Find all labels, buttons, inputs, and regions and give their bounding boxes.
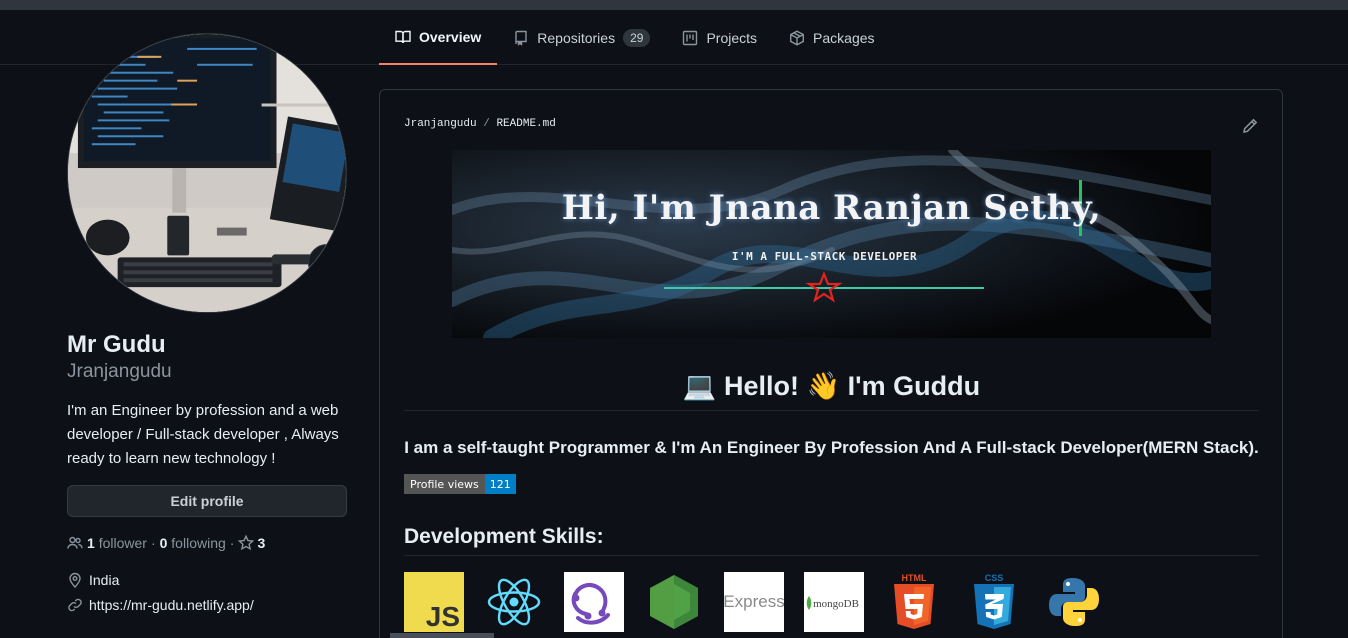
readme-intro: I am a self-taught Programmer & I'm An E… [404,438,1259,457]
edit-readme-button[interactable] [1242,118,1258,134]
readme-path: Jranjangudu / README.md [404,118,556,130]
smoke-background [452,150,1211,338]
profile-login: Jranjangudu [67,361,172,382]
nodejs-icon [644,572,704,632]
link-icon [68,598,82,611]
express-icon-text: Express [724,592,784,611]
badge-value: 121 [484,474,516,494]
banner-subtitle: I'M A FULL-STACK DEVELOPER [731,250,918,263]
tab-projects-label: Projects [706,29,758,46]
readme-heading: 💻 Hello! 👋 I'm Guddu [404,370,1259,411]
profile-views-badge: Profile views 121 [404,474,516,494]
html5-icon: HTML [884,572,944,632]
readme-owner-link[interactable]: Jranjangudu [404,118,477,130]
following-link[interactable]: 0 following [160,535,226,551]
project-icon [683,30,698,45]
profile-bio: I'm an Engineer by profession and a web … [67,402,339,467]
python-icon [1044,572,1104,632]
tab-overview-label: Overview [419,28,482,45]
repositories-count: 29 [623,28,651,47]
profile-details: India https://mr-gudu.netlify.app/ [67,567,347,617]
tab-repositories[interactable]: Repositories 29 [497,10,666,65]
tab-projects[interactable]: Projects [666,10,773,65]
website-row: https://mr-gudu.netlify.app/ [67,592,347,617]
following-label: following [171,535,226,551]
tab-overview[interactable]: Overview [379,10,498,65]
followers-label: follower [98,535,147,551]
stars-link[interactable]: 3 [238,535,265,551]
redux-icon [564,572,624,632]
location-row: India [67,567,347,592]
laptop-icon: 💻 [318,255,336,270]
status-emoji-button[interactable]: 💻 [308,244,346,282]
mongodb-icon: mongoDB [804,572,864,632]
skills-heading: Development Skills: [404,525,1259,556]
avatar-photo [68,34,346,312]
edit-profile-button[interactable]: Edit profile [67,485,347,517]
package-icon [790,29,805,46]
tab-packages[interactable]: Packages [773,10,890,65]
website-link[interactable]: https://mr-gudu.netlify.app/ [89,597,254,613]
separator-dot: · [229,535,235,551]
readme-banner: Hi, I'm Jnana Ranjan Sethy, I'M A FULL-S… [452,150,1211,338]
tab-packages-label: Packages [813,29,875,46]
follow-stats: 1 follower · 0 following · 3 [67,535,347,551]
profile-name: Mr Gudu [67,331,166,358]
followers-link[interactable]: 1 follower [87,535,147,551]
tab-repositories-label: Repositories [537,29,616,46]
react-icon [484,572,544,632]
pencil-icon [1243,118,1258,133]
css3-icon: CSS [964,572,1024,632]
readme-box: Jranjangudu / README.md Hi, I'm Jnana Ra… [379,89,1283,638]
star-icon [238,535,255,551]
profile-sidebar: 💻 Mr Gudu Jranjangudu I'm an Engineer by… [67,33,347,617]
avatar[interactable]: 💻 [67,33,347,313]
stars-count: 3 [257,535,266,551]
css3-icon-text: CSS [985,573,1004,583]
readme-file-link[interactable]: README.md [496,118,555,130]
path-separator: / [483,118,490,130]
javascript-icon-text: JS [426,601,460,632]
location-icon [69,572,81,588]
separator-dot: · [150,535,156,551]
banner-title: Hi, I'm Jnana Ranjan Sethy, [561,188,1102,228]
following-count: 0 [159,535,168,551]
express-icon: Express [724,572,784,632]
skills-list: JS Express mongoDB HTML CSS [404,572,1104,632]
browser-top-strip [0,0,1348,10]
profile-tabs: Overview Repositories 29 Projects Packag… [379,10,891,65]
mongodb-icon-text: mongoDB [813,598,859,610]
people-icon [67,536,83,549]
repo-icon [515,30,527,46]
book-icon [395,30,411,43]
followers-count: 1 [87,535,95,551]
badge-label: Profile views [404,474,485,494]
horizontal-scrollbar[interactable] [390,633,494,638]
location-text: India [89,571,120,588]
javascript-icon: JS [404,572,464,632]
html5-icon-text: HTML [902,573,927,583]
